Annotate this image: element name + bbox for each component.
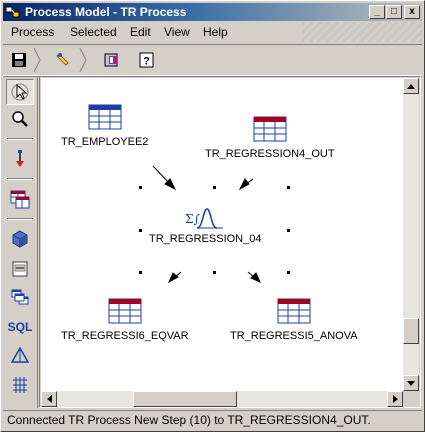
node-label: TR_REGRESSI6_EQVAR: [61, 330, 189, 342]
node-tr-employee2[interactable]: TR_EMPLOYEE2: [61, 104, 148, 148]
status-bar: Connected TR Process New Step (10) to TR…: [3, 410, 422, 430]
table-icon: [253, 116, 287, 142]
arrow-head: [250, 272, 261, 283]
arrow-down-icon: [407, 380, 415, 386]
selection-handle[interactable]: [287, 229, 290, 232]
horizontal-scrollbar[interactable]: [41, 391, 403, 407]
arrow-head: [167, 272, 179, 284]
selection-handle[interactable]: [139, 229, 142, 232]
toolbar-separator: [33, 47, 41, 73]
triangle-icon: [11, 347, 29, 363]
menu-help[interactable]: Help: [203, 25, 228, 39]
process-model-icon: [5, 5, 20, 19]
regression-step-icon: Σ∫: [185, 208, 224, 229]
link-icon: [16, 150, 24, 167]
tables-icon: [11, 289, 29, 305]
menu-view[interactable]: View: [164, 25, 190, 39]
step-glyph: Σ∫: [185, 212, 200, 226]
tool-palette: SQL: [3, 76, 38, 408]
scroll-left-button[interactable]: [41, 391, 57, 407]
arrow-right-icon: [392, 395, 398, 403]
node-tr-regressi6-eqvar[interactable]: TR_REGRESSI6_EQVAR: [61, 298, 189, 342]
triangle-tool[interactable]: [6, 342, 34, 368]
process-canvas[interactable]: TR_EMPLOYEE2 TR_REGRESSION4_OUT Σ∫ TR_RE…: [41, 78, 403, 391]
file-tool[interactable]: [6, 256, 34, 282]
arrow-up-icon: [407, 83, 415, 89]
node-tr-regression4-out[interactable]: TR_REGRESSION4_OUT: [205, 116, 335, 160]
minimize-button[interactable]: _: [369, 5, 385, 19]
cube-icon: [12, 230, 28, 248]
vertical-scrollbar[interactable]: [403, 78, 419, 391]
help-icon: ?: [139, 52, 154, 68]
table-source-tool[interactable]: [6, 186, 34, 212]
link-tool[interactable]: [6, 146, 34, 172]
scrollbar-corner: [403, 391, 419, 407]
window-title: Process Model - TR Process: [25, 5, 187, 19]
title-bar[interactable]: Process Model - TR Process _ □ x: [3, 3, 422, 21]
node-label: TR_REGRESSION_04: [149, 233, 262, 245]
hand-icon: [56, 53, 69, 66]
palette-divider: [7, 218, 33, 220]
table-icon: [88, 104, 122, 130]
menu-selected[interactable]: Selected: [70, 25, 117, 39]
maximize-button[interactable]: □: [386, 5, 402, 19]
toolbar: ?: [3, 44, 422, 76]
grid-tool[interactable]: [6, 372, 34, 398]
menu-bar-decoration: [302, 22, 422, 42]
horizontal-scroll-thumb[interactable]: [133, 391, 237, 407]
menu-process[interactable]: Process: [11, 25, 54, 39]
palette-divider: [7, 138, 33, 140]
selection-handle[interactable]: [213, 186, 216, 189]
scroll-right-button[interactable]: [387, 391, 403, 407]
zoom-icon: [12, 111, 28, 127]
node-label: TR_EMPLOYEE2: [61, 136, 149, 148]
process-icon: [104, 53, 118, 67]
sql-icon: SQL: [7, 320, 33, 334]
node-tr-regression-04[interactable]: Σ∫ TR_REGRESSION_04: [149, 206, 261, 245]
node-tr-regressi5-anova[interactable]: TR_REGRESSI5_ANOVA: [230, 298, 358, 342]
tables-tool[interactable]: [6, 284, 34, 310]
arrow-head: [238, 178, 250, 191]
process-model-window: Process Model - TR Process _ □ x Process…: [0, 0, 425, 432]
toolbar-separator: [79, 47, 87, 73]
arrow-left-icon: [46, 395, 52, 403]
grid-icon: [13, 377, 27, 393]
help-button[interactable]: ?: [136, 50, 158, 70]
selection-handle[interactable]: [287, 271, 290, 274]
pointer-icon: [11, 83, 29, 101]
table-source-icon: [10, 190, 30, 209]
sql-tool[interactable]: SQL: [6, 314, 34, 340]
menu-edit[interactable]: Edit: [130, 25, 151, 39]
save-icon: [12, 53, 26, 67]
vertical-scroll-thumb[interactable]: [403, 318, 419, 344]
selection-handle[interactable]: [287, 186, 290, 189]
process-button[interactable]: [101, 50, 123, 70]
help-glyph: ?: [143, 56, 150, 68]
table-icon: [277, 298, 311, 324]
close-button[interactable]: x: [404, 5, 420, 19]
palette-divider: [7, 178, 33, 180]
table-icon: [108, 298, 142, 324]
selection-handle[interactable]: [139, 271, 142, 274]
save-button[interactable]: [8, 50, 30, 70]
hand-button[interactable]: [53, 50, 75, 70]
status-text: Connected TR Process New Step (10) to TR…: [7, 413, 371, 427]
selection-handle[interactable]: [139, 186, 142, 189]
file-icon: [12, 261, 28, 277]
scroll-down-button[interactable]: [403, 375, 419, 391]
zoom-tool[interactable]: [6, 106, 34, 132]
cube-tool[interactable]: [6, 226, 34, 252]
node-label: TR_REGRESSI5_ANOVA: [230, 330, 358, 342]
selection-handle[interactable]: [213, 271, 216, 274]
menu-bar: Process Selected Edit View Help: [3, 22, 422, 42]
pointer-tool[interactable]: [6, 79, 34, 105]
node-label: TR_REGRESSION4_OUT: [205, 148, 335, 160]
scroll-up-button[interactable]: [403, 78, 419, 94]
